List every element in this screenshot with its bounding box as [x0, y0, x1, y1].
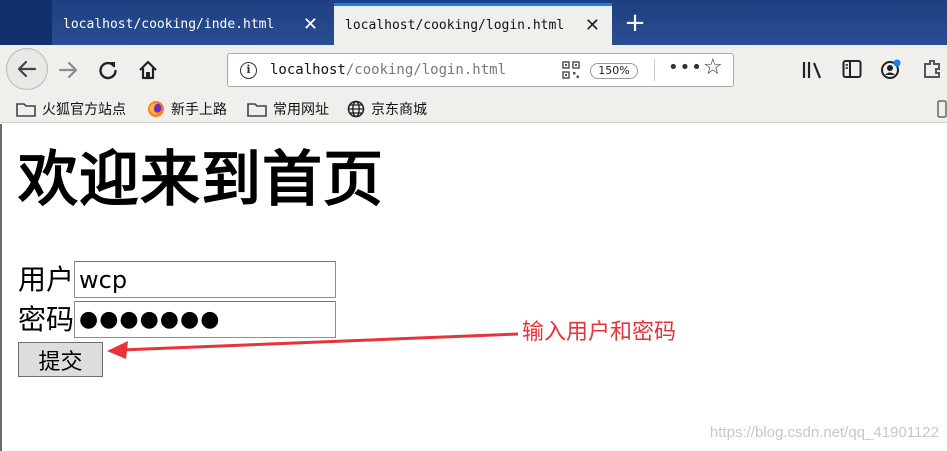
zoom-indicator[interactable]: 150% — [590, 63, 638, 79]
globe-icon — [347, 100, 365, 118]
tab-index[interactable]: localhost/cooking/inde.html ✕ — [52, 4, 330, 45]
page-content: 欢迎来到首页 用户 wcp 密码 ●●●●●●● 提交 输入用户和密码 http… — [0, 124, 947, 451]
nav-toolbar: i localhost/cooking/login.html 150% ••• … — [0, 45, 947, 95]
bookmark-common-sites[interactable]: 常用网址 — [247, 98, 329, 120]
bookmark-label: 新手上路 — [171, 102, 227, 118]
watermark: https://blog.csdn.net/qq_41901122 — [709, 424, 939, 441]
tab-login[interactable]: localhost/cooking/login.html ✕ — [334, 3, 612, 45]
folder-icon — [247, 101, 267, 117]
more-icon[interactable]: ••• — [668, 57, 703, 78]
reload-icon — [99, 61, 117, 80]
url-path: /cooking/login.html — [345, 62, 507, 78]
reload-button[interactable] — [90, 53, 126, 87]
bookmarks-bar: 火狐官方站点 新手上路 常用网址 京东商城 — [0, 95, 947, 123]
forward-button[interactable] — [50, 53, 86, 87]
tab-title: localhost/cooking/inde.html — [63, 17, 275, 32]
bookmark-firefox-site[interactable]: 火狐官方站点 — [16, 98, 126, 120]
new-tab-button[interactable]: + — [620, 8, 650, 40]
back-icon — [17, 60, 37, 78]
tab-strip: localhost/cooking/inde.html ✕ localhost/… — [0, 0, 947, 45]
qr-icon[interactable] — [562, 61, 580, 79]
extension-icon[interactable] — [922, 59, 942, 79]
sidebar-icon[interactable] — [842, 59, 862, 79]
url-host: localhost — [270, 62, 346, 78]
bookmark-label: 常用网址 — [273, 102, 329, 118]
star-icon[interactable]: ☆ — [703, 55, 723, 80]
url-divider — [654, 59, 655, 81]
firefox-icon — [147, 100, 165, 118]
url-text[interactable]: localhost/cooking/login.html — [270, 62, 506, 78]
home-icon — [139, 60, 157, 80]
tab-title: localhost/cooking/login.html — [345, 18, 565, 33]
folder-icon — [16, 101, 36, 117]
bookmark-getting-started[interactable]: 新手上路 — [147, 98, 227, 120]
tab-strip-corner — [0, 0, 52, 45]
annotation-arrow — [107, 332, 519, 359]
account-icon[interactable] — [880, 58, 902, 80]
mobile-bookmarks-icon[interactable] — [937, 100, 947, 118]
info-icon[interactable]: i — [240, 62, 257, 79]
home-button[interactable] — [130, 53, 166, 87]
library-icon[interactable] — [802, 60, 824, 80]
annotation-text: 输入用户和密码 — [522, 320, 677, 345]
bookmark-label: 火狐官方站点 — [42, 102, 126, 118]
bookmark-jd[interactable]: 京东商城 — [347, 98, 427, 120]
close-icon[interactable]: ✕ — [303, 15, 318, 34]
close-icon[interactable]: ✕ — [585, 16, 600, 35]
back-button[interactable] — [6, 48, 48, 90]
bookmark-label: 京东商城 — [371, 102, 427, 118]
forward-icon — [58, 61, 78, 79]
url-bar[interactable]: i localhost/cooking/login.html 150% ••• … — [227, 53, 734, 87]
